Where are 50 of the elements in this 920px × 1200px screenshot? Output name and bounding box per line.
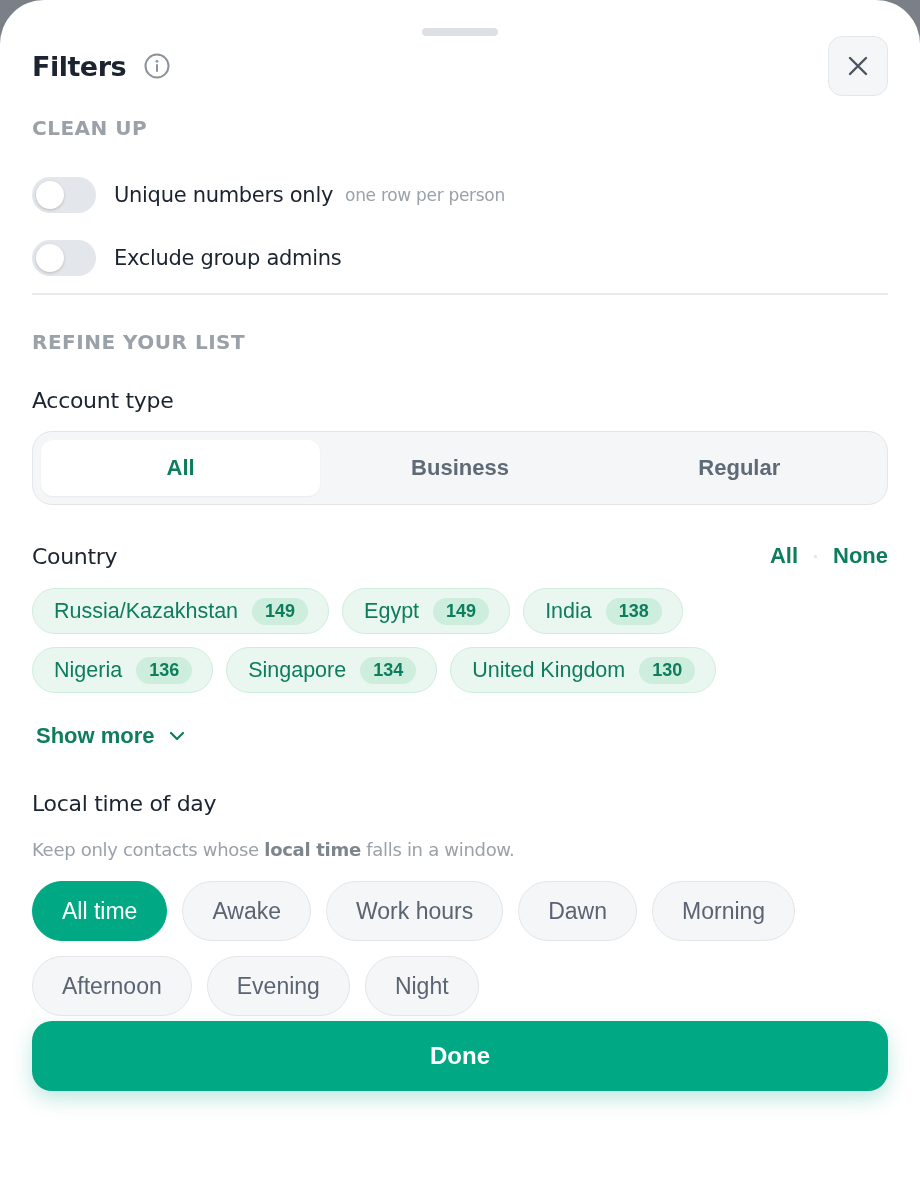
time-chip[interactable]: Evening — [206, 956, 350, 1016]
segment-tab[interactable]: All — [41, 440, 321, 496]
select-link[interactable]: None — [833, 543, 888, 569]
toggle-hint: one row per person — [345, 184, 505, 205]
toggle-label: Unique numbers only — [114, 182, 334, 207]
country-name: Singapore — [248, 657, 347, 683]
info-icon[interactable] — [144, 53, 171, 79]
sheet-title: Filters — [32, 50, 127, 82]
country-chip[interactable]: Egypt 149 — [342, 588, 511, 634]
time-chip[interactable]: All time — [32, 881, 168, 941]
count-badge: 136 — [136, 656, 193, 684]
field-label: Account type — [32, 388, 175, 413]
time-chip[interactable]: Work hours — [326, 881, 504, 941]
country-chip[interactable]: Nigeria 136 — [32, 647, 214, 693]
time-chip[interactable]: Awake — [182, 881, 312, 941]
close-button[interactable] — [828, 36, 888, 96]
country-name: Russia/Kazakhstan — [54, 598, 239, 624]
time-chip[interactable]: Morning — [652, 881, 796, 941]
time-chip[interactable]: Night — [364, 956, 479, 1016]
count-badge: 149 — [433, 597, 490, 625]
country-name: India — [545, 598, 592, 624]
country-chip[interactable]: United Kingdom 130 — [450, 647, 717, 693]
toggle-switch[interactable] — [32, 239, 96, 276]
section-heading: CLEAN UP — [32, 116, 149, 140]
count-badge: 138 — [605, 597, 662, 625]
segment-tab[interactable]: Business — [320, 440, 600, 496]
field-label: Local time of day — [32, 791, 218, 816]
drag-handle[interactable] — [422, 28, 498, 36]
country-name: United Kingdom — [472, 657, 626, 683]
chevron-down-icon — [168, 731, 185, 741]
country-chip[interactable]: Singapore 134 — [226, 647, 438, 693]
section-heading: REFINE YOUR LIST — [32, 330, 247, 354]
show-more-button[interactable]: Show more — [36, 723, 185, 749]
country-name: Egypt — [364, 598, 420, 624]
count-badge: 130 — [639, 656, 696, 684]
segment-tab[interactable]: Regular — [599, 440, 879, 496]
description-text: Keep only contacts whose local time falls in a window. — [32, 839, 516, 860]
count-badge: 149 — [252, 597, 309, 625]
toggle-switch[interactable] — [32, 176, 96, 213]
field-label: Country — [32, 543, 118, 569]
count-badge: 134 — [360, 656, 417, 684]
select-link[interactable]: All — [769, 543, 798, 569]
country-chip[interactable]: Russia/Kazakhstan 149 — [32, 588, 330, 634]
done-button[interactable]: Done — [32, 1021, 888, 1091]
time-chip[interactable]: Afternoon — [32, 956, 192, 1016]
country-chip[interactable]: India 138 — [523, 588, 683, 634]
close-icon — [848, 56, 868, 76]
time-chip[interactable]: Dawn — [518, 881, 637, 941]
toggle-label: Exclude group admins — [114, 245, 342, 270]
country-name: Nigeria — [54, 657, 123, 683]
